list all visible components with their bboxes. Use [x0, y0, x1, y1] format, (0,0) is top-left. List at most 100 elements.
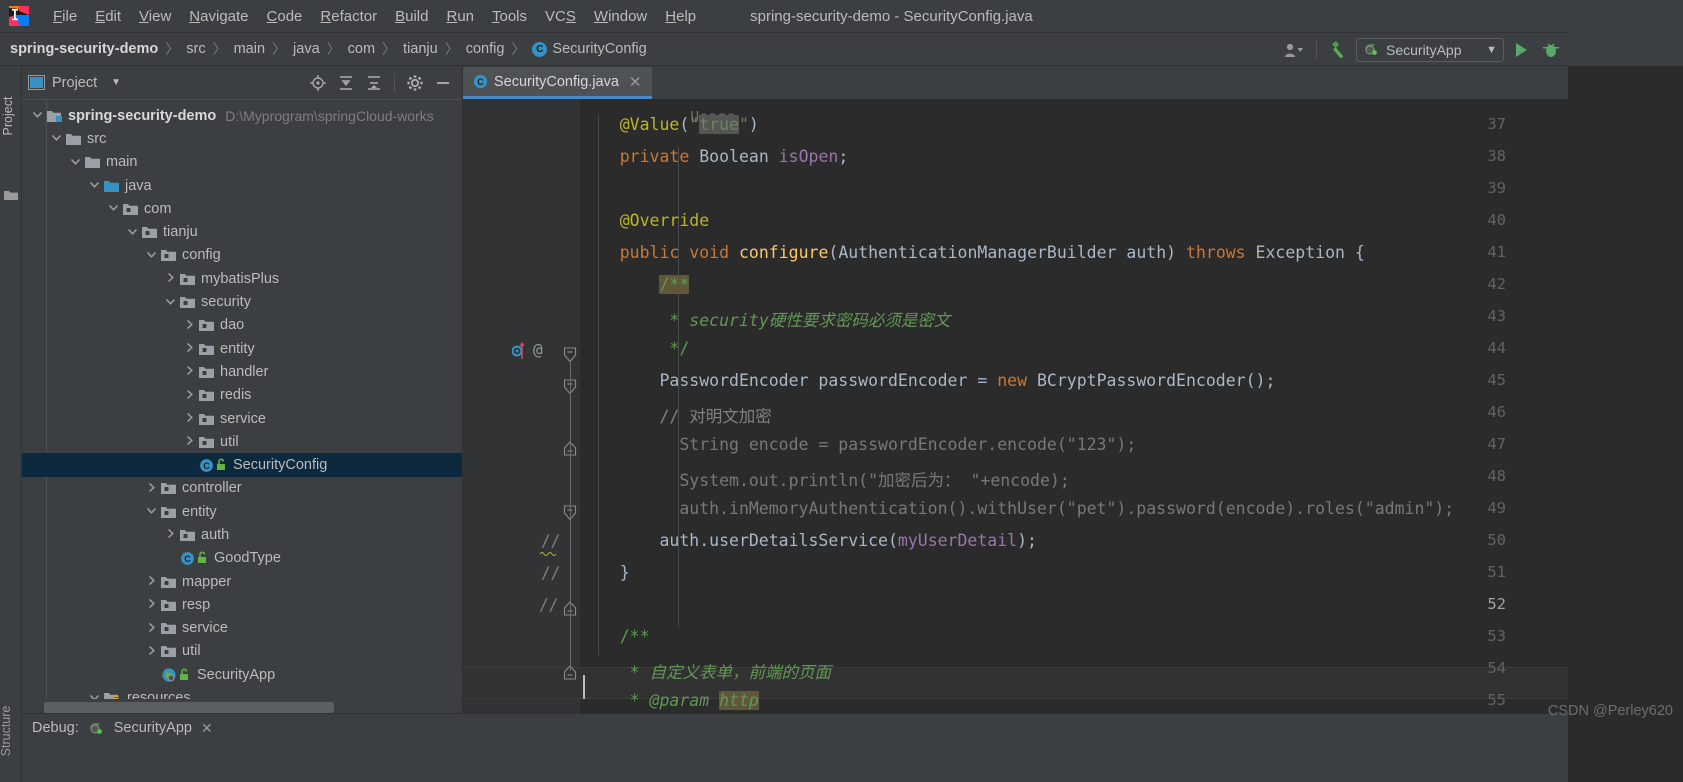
- chevron-right-icon[interactable]: [184, 435, 197, 448]
- override-marker-icon[interactable]: @: [533, 340, 543, 359]
- chevron-down-icon[interactable]: [165, 296, 178, 309]
- chevron-right-icon[interactable]: [184, 319, 197, 332]
- tool-tab-project[interactable]: Project: [1, 87, 21, 145]
- run-configuration-selector[interactable]: SecurityApp ▼: [1356, 37, 1504, 62]
- chevron-down-icon[interactable]: [146, 505, 159, 518]
- close-icon[interactable]: ✕: [629, 73, 642, 91]
- chevron-down-icon[interactable]: [89, 692, 102, 699]
- breadcrumb-item-securityconfig[interactable]: C SecurityConfig: [532, 41, 647, 57]
- chevron-right-icon[interactable]: [146, 645, 159, 658]
- debug-tool-label[interactable]: Debug:: [32, 720, 79, 736]
- chevron-right-icon[interactable]: [165, 528, 178, 541]
- tree-node-service[interactable]: service: [22, 407, 462, 430]
- chevron-down-icon[interactable]: [51, 132, 64, 145]
- tree-node-java[interactable]: java: [22, 174, 462, 197]
- gear-icon[interactable]: [402, 71, 428, 95]
- resource-folder-icon: [104, 691, 123, 699]
- code-view[interactable]: Usage 3738394041424344454647484950515253…: [463, 99, 1568, 782]
- tree-node-src[interactable]: src: [22, 127, 462, 150]
- breadcrumb-item-spring-security-demo[interactable]: spring-security-demo: [10, 41, 158, 57]
- menu-item-run[interactable]: Run: [437, 6, 483, 27]
- code-text[interactable]: @Value("true") private Boolean isOpen; @…: [580, 99, 1568, 782]
- tree-node-redis[interactable]: redis: [22, 384, 462, 407]
- locate-icon[interactable]: [305, 71, 331, 95]
- code-token: void: [689, 243, 730, 262]
- tree-node-controller[interactable]: controller: [22, 477, 462, 500]
- menu-item-window[interactable]: Window: [585, 6, 656, 27]
- chevron-right-icon[interactable]: [146, 598, 159, 611]
- run-icon[interactable]: [1508, 38, 1534, 62]
- chevron-right-icon[interactable]: [146, 575, 159, 588]
- tree-node-util[interactable]: util: [22, 640, 462, 663]
- tree-node-entity[interactable]: entity: [22, 337, 462, 360]
- menu-item-build[interactable]: Build: [386, 6, 437, 27]
- menu-item-refactor[interactable]: Refactor: [311, 6, 386, 27]
- tree-node-handler[interactable]: handler: [22, 360, 462, 383]
- chevron-right-icon[interactable]: [184, 412, 197, 425]
- chevron-right-icon[interactable]: [146, 482, 159, 495]
- chevron-right-icon[interactable]: [165, 272, 178, 285]
- tree-node-entity[interactable]: entity: [22, 500, 462, 523]
- user-icon[interactable]: [1281, 38, 1307, 62]
- chevron-down-icon[interactable]: [127, 226, 140, 239]
- tree-node-util[interactable]: util: [22, 430, 462, 453]
- breadcrumb-item-com[interactable]: com: [348, 41, 375, 57]
- chevron-down-icon[interactable]: [108, 202, 121, 215]
- warning-squiggle: [540, 551, 557, 556]
- menu-item-file[interactable]: File: [44, 6, 86, 27]
- breadcrumb-item-src[interactable]: src: [186, 41, 205, 57]
- tree-node-config[interactable]: config: [22, 244, 462, 267]
- tree-node-resources[interactable]: resources: [22, 686, 462, 699]
- tree-node-label: mapper: [182, 573, 232, 590]
- chevron-down-icon[interactable]: [32, 109, 45, 122]
- run-gutter-icon[interactable]: [512, 339, 526, 363]
- hammer-icon[interactable]: [1326, 38, 1352, 62]
- expand-all-icon[interactable]: [333, 71, 359, 95]
- tree-node-mapper[interactable]: mapper: [22, 570, 462, 593]
- chevron-right-icon[interactable]: [146, 622, 159, 635]
- collapse-all-icon[interactable]: [361, 71, 387, 95]
- tree-node-label: resources: [127, 690, 191, 699]
- breadcrumb-item-tianju[interactable]: tianju: [403, 41, 438, 57]
- menu-item-view[interactable]: View: [130, 6, 180, 27]
- close-icon[interactable]: ✕: [201, 720, 213, 737]
- breadcrumb-item-config[interactable]: config: [466, 41, 505, 57]
- tab-securityconfig-java[interactable]: C SecurityConfig.java ✕: [463, 67, 652, 99]
- tree-node-main[interactable]: main: [22, 151, 462, 174]
- debug-icon[interactable]: [1538, 38, 1564, 62]
- menu-item-navigate[interactable]: Navigate: [180, 6, 257, 27]
- menu-item-tools[interactable]: Tools: [483, 6, 536, 27]
- chevron-right-icon[interactable]: [184, 365, 197, 378]
- chevron-down-icon[interactable]: [146, 249, 159, 262]
- chevron-down-icon[interactable]: [70, 156, 83, 169]
- breadcrumb-item-java[interactable]: java: [293, 41, 320, 57]
- breadcrumb-item-main[interactable]: main: [234, 41, 265, 57]
- tool-tab-structure[interactable]: Structure: [0, 700, 19, 762]
- project-chevron-down-icon[interactable]: ▼: [111, 77, 121, 88]
- chevron-right-icon[interactable]: [184, 389, 197, 402]
- menu-item-vcs[interactable]: VCS: [536, 6, 585, 27]
- chevron-right-icon[interactable]: [184, 342, 197, 355]
- hide-panel-icon[interactable]: [430, 71, 456, 95]
- tree-node-com[interactable]: com: [22, 197, 462, 220]
- tree-node-mybatisplus[interactable]: mybatisPlus: [22, 267, 462, 290]
- code-token: ": [689, 115, 700, 134]
- tree-node-securityapp[interactable]: SecurityApp: [22, 663, 462, 686]
- project-horizontal-scrollbar[interactable]: [44, 702, 334, 713]
- tree-node-resp[interactable]: resp: [22, 593, 462, 616]
- chevron-down-icon[interactable]: [89, 179, 102, 192]
- tree-node-securityconfig[interactable]: C SecurityConfig: [22, 453, 462, 477]
- tree-node-security[interactable]: security: [22, 290, 462, 313]
- tree-node-goodtype[interactable]: C GoodType: [22, 547, 462, 570]
- tree-node-spring-security-demo[interactable]: spring-security-demo D:\Myprogram\springC…: [22, 104, 462, 127]
- menu-item-code[interactable]: Code: [258, 6, 312, 27]
- tree-node-auth[interactable]: auth: [22, 523, 462, 546]
- java-class-icon: C: [532, 41, 548, 57]
- tree-node-dao[interactable]: dao: [22, 314, 462, 337]
- project-tree[interactable]: spring-security-demo D:\Myprogram\springC…: [22, 100, 462, 699]
- debug-config-label[interactable]: SecurityApp: [114, 720, 192, 736]
- menu-item-edit[interactable]: Edit: [86, 6, 130, 27]
- tree-node-service[interactable]: service: [22, 617, 462, 640]
- tree-node-tianju[interactable]: tianju: [22, 220, 462, 243]
- menu-item-help[interactable]: Help: [656, 6, 705, 27]
